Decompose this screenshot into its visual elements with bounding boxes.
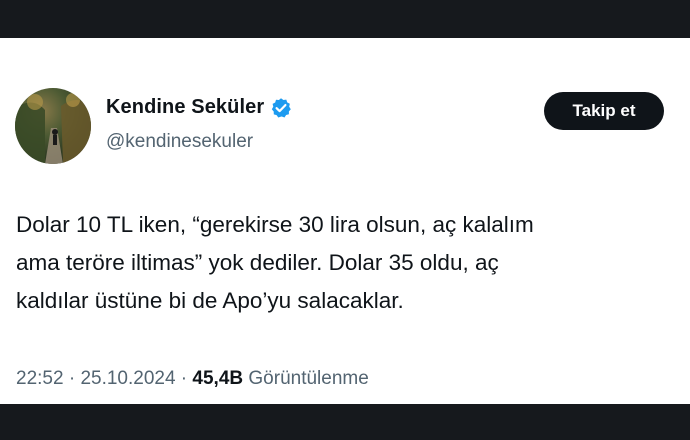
avatar-photo-icon [15,93,91,164]
views-label: Görüntülenme [248,368,369,389]
author-handle[interactable]: @kendinesekuler [106,131,253,153]
bottom-dark-band [0,404,690,440]
tweet-date[interactable]: 25.10.2024 [80,368,175,389]
tweet-text-line: ama teröre iltimas” yok dediler. Dolar 3… [16,250,499,275]
follow-button[interactable]: Takip et [544,92,664,130]
tweet-text: Dolar 10 TL iken, “gerekirse 30 lira ols… [16,206,676,320]
author-name-row: Kendine Seküler [106,96,292,119]
tweet-time[interactable]: 22:52 [16,368,64,389]
meta-separator: · [63,368,81,389]
display-name[interactable]: Kendine Seküler [106,96,264,119]
tweet-text-line: Dolar 10 TL iken, “gerekirse 30 lira ols… [16,212,534,237]
avatar[interactable] [15,88,91,164]
tweet-meta: 22:52 · 25.10.2024 · 45,4B Görüntülenme [16,368,369,390]
tweet-text-line: kaldılar üstüne bi de Apo’yu salacaklar. [16,288,404,313]
views-count: 45,4B [192,368,244,389]
verified-badge-icon [270,97,292,119]
top-dark-band [0,0,690,38]
meta-separator: · [175,368,193,389]
